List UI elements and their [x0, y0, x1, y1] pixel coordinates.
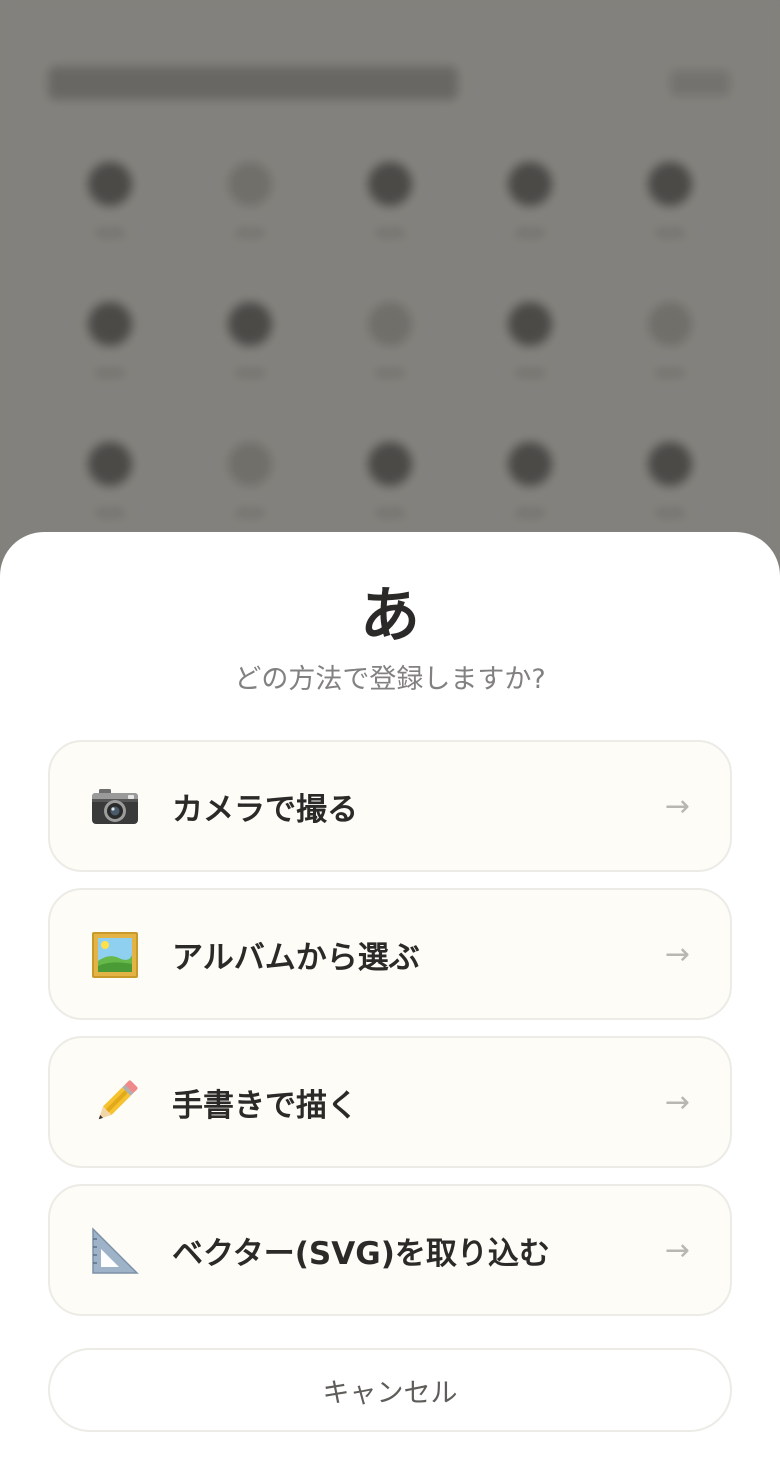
framed-picture-icon	[90, 930, 140, 980]
handwriting-option-button[interactable]: 手書きで描く →	[48, 1036, 732, 1168]
arrow-right-icon: →	[664, 788, 690, 824]
arrow-right-icon: →	[664, 936, 690, 972]
option-label: ベクター(SVG)を取り込む	[172, 1235, 550, 1272]
arrow-right-icon: →	[664, 1232, 690, 1268]
album-option-button[interactable]: アルバムから選ぶ →	[48, 888, 732, 1020]
registration-method-sheet: あ どの方法で登録しますか? カメラで撮る → アルバムから選ぶ → 手書きで描…	[0, 532, 780, 1480]
option-label: アルバムから選ぶ	[172, 939, 420, 976]
option-label: 手書きで描く	[172, 1087, 358, 1124]
arrow-right-icon: →	[664, 1084, 690, 1120]
pencil-icon	[90, 1078, 140, 1128]
cancel-button[interactable]: キャンセル	[48, 1348, 732, 1432]
triangle-ruler-icon	[90, 1226, 140, 1276]
svg-import-option-button[interactable]: ベクター(SVG)を取り込む →	[48, 1184, 732, 1316]
camera-option-button[interactable]: カメラで撮る →	[48, 740, 732, 872]
selected-character: あ	[360, 581, 420, 651]
option-label: カメラで撮る	[172, 791, 358, 828]
camera-icon	[90, 782, 140, 832]
sheet-subtitle: どの方法で登録しますか?	[234, 664, 546, 695]
